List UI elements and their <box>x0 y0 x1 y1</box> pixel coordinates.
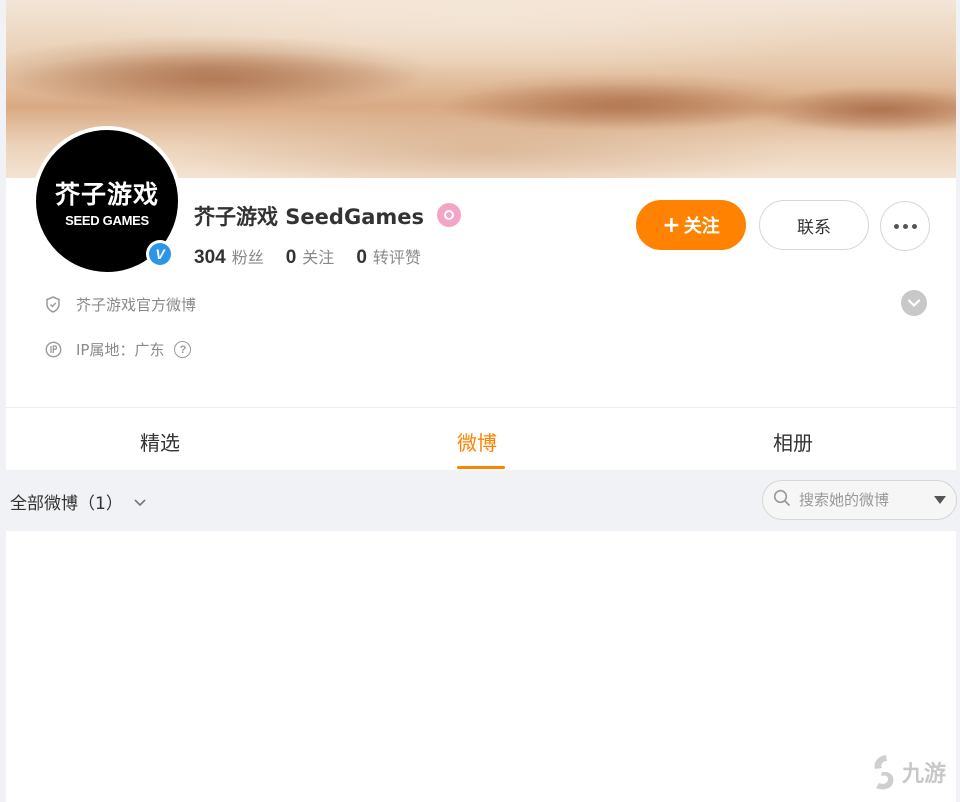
search-icon <box>773 489 791 511</box>
plus-icon: + <box>662 212 681 238</box>
watermark-text: 九游 <box>902 762 947 787</box>
contact-button[interactable]: 联系 <box>759 200 869 250</box>
more-icon[interactable] <box>880 201 930 251</box>
avatar-logo-en: SEED GAMES <box>65 212 149 228</box>
verified-mark: V <box>149 243 171 265</box>
ip-location: IP属地：广东 <box>76 341 165 359</box>
interactions-label: 转评赞 <box>372 248 421 267</box>
profile-description: 芥子游戏官方微博 <box>76 296 197 314</box>
follow-button[interactable]: + 关注 <box>636 200 746 250</box>
contact-label: 联系 <box>797 217 831 237</box>
help-icon[interactable]: ? <box>174 341 192 358</box>
active-tab-indicator <box>457 466 505 469</box>
profile-name: 芥子游戏 SeedGames <box>194 205 424 229</box>
avatar-logo-cn: 芥子游戏 <box>54 179 159 209</box>
followers-label[interactable]: 粉丝 <box>232 244 264 268</box>
feed-content <box>6 531 956 802</box>
watermark: 九游 <box>868 752 946 792</box>
search-box[interactable] <box>762 480 957 520</box>
expand-icon[interactable] <box>901 290 927 316</box>
ip-icon <box>44 341 62 359</box>
profile-card: 芥子游戏 SEED GAMES V 芥子游戏 SeedGames 304 粉丝 … <box>6 0 956 470</box>
chevron-down-icon <box>133 492 147 512</box>
filter-label: 全部微博（1） <box>10 494 123 514</box>
tab-divider <box>6 407 956 408</box>
weibo-filter-dropdown[interactable]: 全部微博（1） <box>10 489 147 514</box>
profile-page: 芥子游戏 SEED GAMES V 芥子游戏 SeedGames 304 粉丝 … <box>0 0 960 802</box>
followers-count[interactable]: 304 <box>194 247 226 269</box>
watermark-logo-icon <box>874 755 894 790</box>
level-badge-icon[interactable] <box>437 203 461 227</box>
description-row: 芥子游戏官方微博 <box>44 294 196 315</box>
tab-featured[interactable]: 精选 <box>140 427 180 456</box>
tab-weibo[interactable]: 微博 <box>457 427 497 456</box>
ip-location-row: IP属地：广东 ? <box>44 339 192 360</box>
verified-icon: V <box>146 240 174 268</box>
shield-icon <box>44 296 62 314</box>
dropdown-caret-icon[interactable] <box>934 496 946 504</box>
follow-label: 关注 <box>683 216 720 237</box>
following-label[interactable]: 关注 <box>302 244 334 268</box>
search-input[interactable] <box>799 491 929 509</box>
tab-album[interactable]: 相册 <box>773 427 813 456</box>
interactions-count: 0 <box>356 247 367 268</box>
following-count[interactable]: 0 <box>286 247 297 269</box>
profile-stats: 304 粉丝 0 关注 0 转评赞 <box>194 244 443 269</box>
